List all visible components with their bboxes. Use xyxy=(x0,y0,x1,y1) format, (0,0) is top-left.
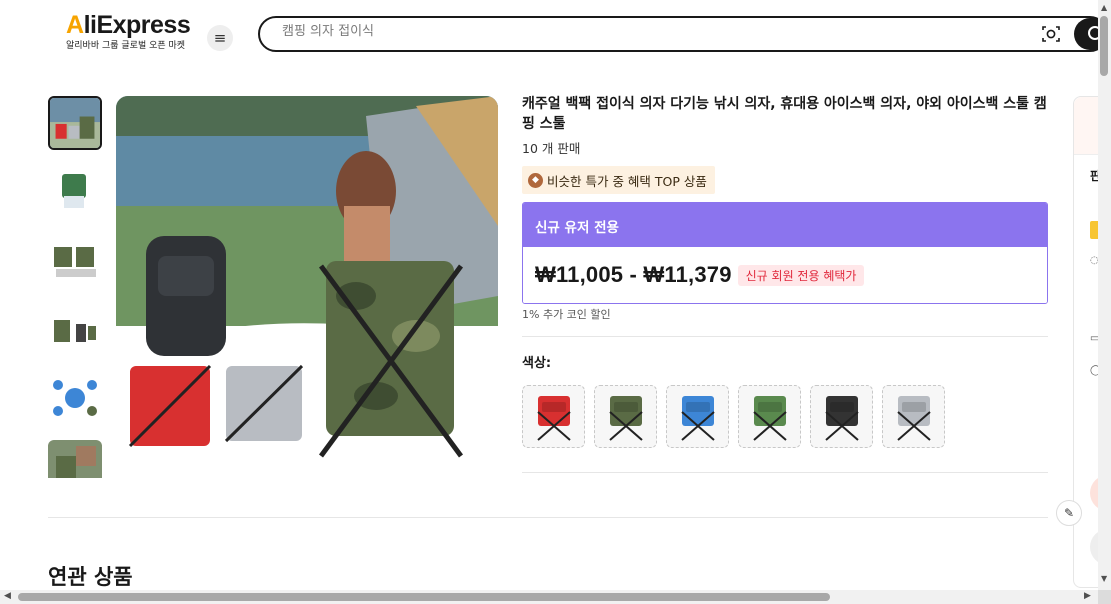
product-info: 캐주얼 백팩 접이식 의자 다기능 낚시 의자, 휴대용 아이스백 의자, 야외… xyxy=(522,94,1048,448)
chair-icon xyxy=(752,395,787,441)
camera-search-icon[interactable] xyxy=(1041,24,1061,44)
vertical-scrollbar[interactable]: ▲ ▼ xyxy=(1098,0,1111,604)
search-input[interactable] xyxy=(282,24,982,39)
chair-icon xyxy=(680,395,715,441)
related-products-heading: 연관 상품 xyxy=(48,565,133,589)
aliexpress-logo[interactable]: AliExpress 알리바바 그룹 글로벌 오픈 마켓 xyxy=(66,10,191,52)
thumbnail-3[interactable] xyxy=(48,233,102,287)
site-header: AliExpress 알리바바 그룹 글로벌 오픈 마켓 ≡ xyxy=(0,0,1111,72)
price-range: ₩11,005 - ₩11,379 xyxy=(535,262,732,287)
price-header: 신규 유저 전용 xyxy=(523,203,1047,247)
scroll-up-icon[interactable]: ▲ xyxy=(1101,3,1107,12)
scrollbar-corner xyxy=(1098,590,1111,604)
thumbnail-gallery xyxy=(48,96,102,478)
product-title: 캐주얼 백팩 접이식 의자 다기능 낚시 의자, 휴대용 아이스백 의자, 야외… xyxy=(522,96,1047,132)
coin-discount-note: 1% 추가 코인 할인 xyxy=(522,308,611,321)
color-swatch-6[interactable] xyxy=(882,385,945,448)
menu-icon[interactable]: ≡ xyxy=(207,25,233,51)
color-swatch-3[interactable] xyxy=(666,385,729,448)
thumbnail-2[interactable] xyxy=(48,164,102,218)
fire-icon: ◆ xyxy=(528,172,543,188)
main-product-image[interactable] xyxy=(116,96,498,478)
badge-label: 비슷한 특가 중 혜택 TOP 상품 xyxy=(547,173,707,189)
thumbnail-5[interactable] xyxy=(48,371,102,425)
section-divider xyxy=(48,517,1048,518)
thumbnail-1[interactable] xyxy=(48,96,102,150)
divider xyxy=(522,472,1048,473)
divider xyxy=(522,336,1048,337)
chair-icon xyxy=(824,395,859,441)
color-swatch-4[interactable] xyxy=(738,385,801,448)
color-label: 색상: xyxy=(522,356,552,371)
edit-icon[interactable]: ✎ xyxy=(1056,500,1082,526)
scroll-down-icon[interactable]: ▼ xyxy=(1101,574,1107,583)
color-swatch-2[interactable] xyxy=(594,385,657,448)
chair-icon xyxy=(536,395,571,441)
price-tag: 신규 회원 전용 혜택가 xyxy=(737,264,865,286)
chair-icon xyxy=(608,395,643,441)
search-bar xyxy=(258,16,1111,52)
color-swatches xyxy=(522,385,1048,448)
vertical-scroll-thumb[interactable] xyxy=(1100,16,1108,76)
color-swatch-5[interactable] xyxy=(810,385,873,448)
chair-icon xyxy=(896,395,931,441)
thumbnail-4[interactable] xyxy=(48,302,102,356)
price-body: ₩11,005 - ₩11,379 신규 회원 전용 혜택가 xyxy=(523,247,1047,303)
logo-wordmark: AliExpress xyxy=(66,11,191,39)
top-deal-badge[interactable]: ◆ 비슷한 특가 중 혜택 TOP 상품 xyxy=(522,166,715,194)
price-box: 신규 유저 전용 ₩11,005 - ₩11,379 신규 회원 전용 혜택가 xyxy=(522,202,1048,304)
horizontal-scroll-thumb[interactable] xyxy=(18,593,830,601)
thumbnail-6[interactable] xyxy=(48,440,102,478)
scroll-right-icon[interactable]: ▶ xyxy=(1084,591,1091,601)
sold-count: 10 개 판매 xyxy=(522,141,581,156)
color-swatch-1[interactable] xyxy=(522,385,585,448)
logo-tagline: 알리바바 그룹 글로벌 오픈 마켓 xyxy=(66,41,186,51)
scroll-left-icon[interactable]: ◀ xyxy=(4,591,11,601)
horizontal-scrollbar[interactable]: ◀ ▶ xyxy=(0,590,1098,604)
